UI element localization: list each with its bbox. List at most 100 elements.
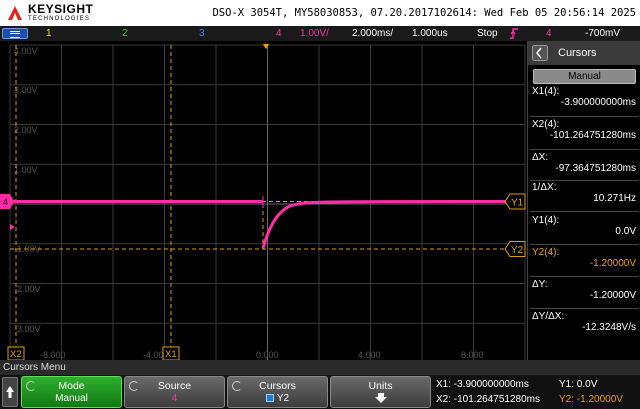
y1-readout: Y1(4): 0.0V: [532, 215, 638, 237]
units-softkey-label: Units: [368, 380, 393, 392]
channel-4-scale[interactable]: 1.00V/: [300, 26, 329, 41]
run-state[interactable]: Stop: [477, 26, 498, 41]
dy-readout-label: ΔY:: [532, 279, 548, 290]
cursor-x1-marker[interactable]: X1: [162, 346, 180, 360]
cursor-x2-marker-label: X2: [10, 349, 22, 360]
waveform-graticule: 4.00V 3.00V 2.00V 1.00V -1.00V -2.00V -3…: [0, 44, 526, 360]
sidebar-header: Cursors: [528, 41, 640, 65]
channel-4-ground-marker[interactable]: 4: [0, 194, 14, 209]
inv-dx-readout: 1/ΔX: 10.271Hz: [532, 182, 638, 204]
inv-dx-readout-value: 10.271Hz: [593, 193, 636, 204]
divider: [530, 116, 639, 117]
channel-4-marker-label: 4: [3, 197, 8, 207]
cursor-x2-marker[interactable]: X2: [7, 346, 25, 360]
timebase-scale[interactable]: 2.000ms/: [352, 26, 393, 41]
mode-softkey-value: Manual: [55, 393, 88, 404]
y-tick-label: -2.00V: [14, 284, 41, 294]
knob-icon: [26, 381, 36, 391]
main-menu-button[interactable]: [2, 28, 28, 39]
cursors-softkey-value: Y2: [276, 393, 290, 404]
cursor-y1-marker-label: Y1: [511, 198, 524, 209]
cursor-y2-marker-label: Y2: [511, 245, 524, 256]
cursor-x1-marker-label: X1: [165, 349, 177, 360]
cursors-softkey-value-wrap: Y2: [228, 393, 327, 404]
x2-readout: X2(4): -101.264751280ms: [532, 119, 638, 141]
knob-icon: [129, 381, 139, 391]
inv-dx-readout-label: 1/ΔX:: [532, 182, 557, 193]
trigger-level[interactable]: -700mV: [585, 26, 620, 41]
units-softkey[interactable]: Units: [330, 376, 431, 408]
y1-readout-value: 0.0V: [615, 226, 636, 237]
y-tick-label: 1.00V: [14, 165, 38, 175]
y2-readout: Y2(4): -1.20000V: [532, 247, 638, 269]
x-tick-label: 4.000: [358, 350, 381, 360]
brand-subtitle: TECHNOLOGIES: [28, 16, 91, 22]
brand-name: KEYSIGHT: [28, 2, 94, 16]
trigger-position-marker[interactable]: [263, 44, 269, 49]
dydx-readout-label: ΔY/ΔX:: [532, 311, 565, 322]
x1-readout-value: -3.900000000ms: [560, 97, 636, 108]
x-tick-label: 8.000: [461, 350, 484, 360]
x2-readout-label: X2(4):: [532, 119, 560, 130]
mode-softkey[interactable]: Mode Manual: [21, 376, 122, 408]
x-tick-label: 0.000: [256, 350, 279, 360]
dx-readout-value: -97.364751280ms: [555, 163, 636, 174]
x2-bottom-readout: X2: -101.264751280ms: [436, 394, 540, 405]
trigger-source[interactable]: 4: [546, 26, 552, 41]
cursor-y2-marker[interactable]: Y2: [504, 241, 526, 257]
channel-3-indicator[interactable]: 3: [199, 26, 205, 41]
channel-4-indicator[interactable]: 4: [276, 26, 282, 41]
dy-readout-value: -1.20000V: [589, 290, 636, 301]
divider: [530, 149, 639, 150]
timebase-delay[interactable]: 1.000us: [412, 26, 448, 41]
instrument-info: DSO-X 3054T, MY58030853, 07.20.201710261…: [212, 7, 636, 19]
y-tick-label: -3.00V: [14, 324, 41, 334]
dydx-readout: ΔY/ΔX: -12.3248V/s: [532, 311, 638, 333]
dx-readout-label: ΔX:: [532, 152, 549, 163]
knob-icon: [232, 381, 242, 391]
channel-2-indicator[interactable]: 2: [122, 26, 128, 41]
y1-bottom-readout: Y1: 0.0V: [559, 379, 598, 390]
softkey-menu-title: Cursors Menu: [0, 360, 640, 375]
cursor-selected-icon: [265, 394, 274, 402]
x1-readout: X1(4): -3.900000000ms: [532, 86, 638, 108]
cursors-softkey[interactable]: Cursors Y2: [227, 376, 328, 408]
up-arrow-icon: [6, 386, 14, 398]
channel-1-indicator[interactable]: 1: [46, 26, 52, 41]
divider: [530, 308, 639, 309]
sidebar-collapse-icon[interactable]: [532, 45, 548, 61]
divider: [530, 211, 639, 212]
y-tick-label: 2.00V: [14, 125, 38, 135]
cursor-y1-marker[interactable]: Y1: [504, 193, 526, 210]
status-bar: 1 2 3 4 1.00V/ 2.000ms/ 1.000us Stop 4 -…: [0, 26, 640, 41]
x1-readout-label: X1(4):: [532, 86, 560, 97]
divider: [530, 244, 639, 245]
divider: [530, 276, 639, 277]
dy-readout: ΔY: -1.20000V: [532, 279, 638, 301]
submenu-arrow-icon: [374, 393, 387, 403]
trigger-level-marker[interactable]: [10, 224, 15, 230]
divider: [530, 180, 639, 181]
x1-bottom-readout: X1: -3.900000000ms: [436, 379, 529, 390]
source-softkey[interactable]: Source 4: [124, 376, 225, 408]
y1-readout-label: Y1(4):: [532, 215, 560, 226]
x2-readout-value: -101.264751280ms: [549, 130, 636, 141]
menu-back-button[interactable]: [2, 377, 18, 407]
waveform-display[interactable]: 4.00V 3.00V 2.00V 1.00V -1.00V -2.00V -3…: [0, 41, 527, 360]
y2-bottom-readout: Y2: -1.20000V: [559, 394, 623, 405]
keysight-logo: KEYSIGHT TECHNOLOGIES: [6, 3, 93, 22]
sidebar-title: Cursors: [558, 47, 597, 59]
y-tick-label: 4.00V: [14, 46, 38, 56]
trigger-edge-icon: [510, 28, 518, 39]
x-tick-label: -8.000: [40, 350, 66, 360]
softkey-bar: Mode Manual Source 4 Cursors Y2 Units X1…: [0, 375, 640, 409]
cursors-softkey-label: Cursors: [259, 380, 296, 392]
mode-softkey-label: Mode: [58, 380, 85, 392]
source-softkey-value: 4: [171, 393, 178, 404]
dydx-readout-value: -12.3248V/s: [582, 322, 636, 333]
header-bar: KEYSIGHT TECHNOLOGIES DSO-X 3054T, MY580…: [0, 0, 640, 26]
cursors-sidebar: Cursors Manual X1(4): -3.900000000ms X2(…: [527, 41, 640, 360]
y-tick-label: 3.00V: [14, 85, 38, 95]
cursor-mode-display[interactable]: Manual: [533, 69, 636, 84]
dx-readout: ΔX: -97.364751280ms: [532, 152, 638, 174]
